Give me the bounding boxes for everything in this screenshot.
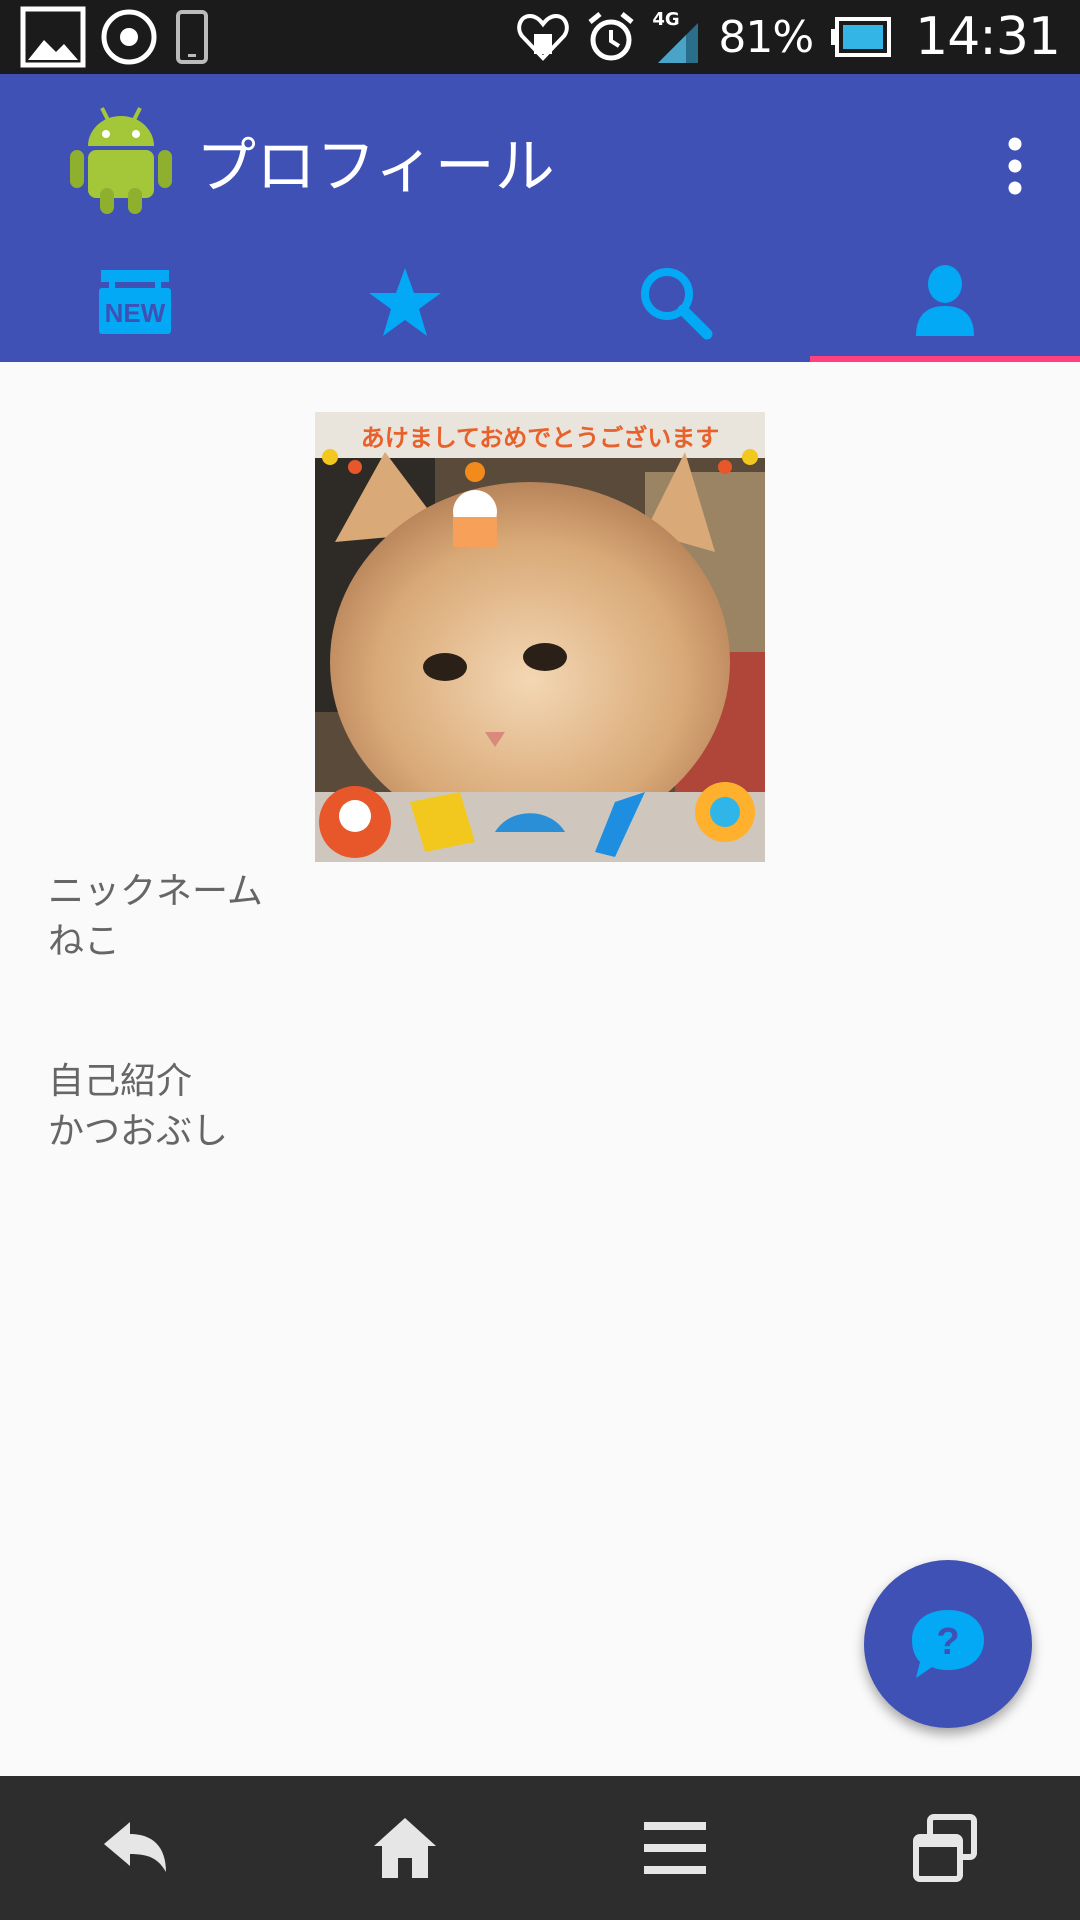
tab-favorites[interactable] <box>270 242 540 362</box>
photo-caption: あけましておめでとうございます <box>360 424 720 452</box>
alarm-icon <box>588 12 634 61</box>
profile-content: あけましておめでとうございます ニックネーム ねこ 自己紹介 かつおぶし <box>0 362 1080 1776</box>
status-bar-system: 4G 81% 14:31 <box>516 0 1061 74</box>
status-bar: 4G 81% 14:31 <box>0 0 1080 74</box>
battery-percentage: 81% <box>718 11 814 63</box>
page-title: プロフィール <box>196 132 555 202</box>
signal-icon: 4G <box>652 7 702 67</box>
back-icon <box>104 1822 166 1872</box>
app-bar: プロフィール NEW <box>0 74 1080 362</box>
new-badge-icon: NEW <box>99 270 171 334</box>
recents-icon <box>913 1814 977 1882</box>
tab-search[interactable] <box>540 242 810 362</box>
cat-photo-image <box>315 412 765 862</box>
self-intro-value: かつおぶし <box>48 1111 229 1152</box>
gallery-icon <box>20 6 86 68</box>
overflow-menu-icon[interactable] <box>1000 134 1030 198</box>
new-badge-label: NEW <box>105 298 166 328</box>
menu-button[interactable] <box>540 1776 810 1920</box>
system-navigation-bar <box>0 1776 1080 1920</box>
tab-new[interactable]: NEW <box>0 242 270 362</box>
back-button[interactable] <box>0 1776 270 1920</box>
battery-icon <box>831 17 892 57</box>
tab-bar: NEW <box>0 242 1080 362</box>
nickname-label: ニックネーム <box>48 871 263 912</box>
help-fab-button[interactable]: ? <box>864 1560 1032 1728</box>
nickname-value: ねこ <box>48 921 121 962</box>
home-button[interactable] <box>270 1776 540 1920</box>
recents-button[interactable] <box>810 1776 1080 1920</box>
clock: 14:31 <box>915 7 1061 67</box>
tab-profile[interactable] <box>810 242 1080 362</box>
person-icon <box>916 265 974 336</box>
star-icon <box>369 268 441 336</box>
help-question-mark: ? <box>936 1621 959 1663</box>
help-chat-icon: ? <box>912 1610 984 1678</box>
profile-photo: あけましておめでとうございます <box>315 412 765 862</box>
record-icon <box>101 9 157 65</box>
phone-device-icon <box>176 10 208 64</box>
self-intro-label: 自己紹介 <box>48 1061 193 1102</box>
health-heart-icon <box>517 13 570 61</box>
android-robot-icon <box>70 107 172 214</box>
status-bar-notifications <box>20 6 212 68</box>
search-icon <box>641 268 713 340</box>
home-icon <box>374 1818 436 1878</box>
menu-icon <box>644 1822 706 1874</box>
